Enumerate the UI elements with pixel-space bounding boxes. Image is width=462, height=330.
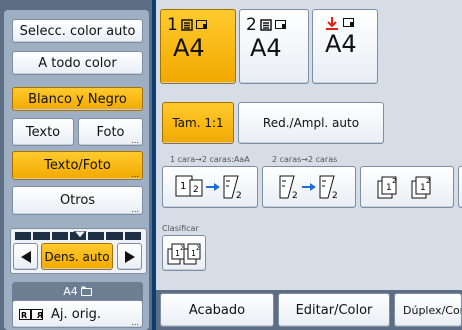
tray-1-button[interactable]: 1 A4 <box>160 9 236 84</box>
duplex-combine-tab-label: Dúplex/Com <box>403 303 461 317</box>
svg-text:2: 2 <box>180 245 184 252</box>
density-lighter-button[interactable] <box>13 243 38 270</box>
original-type-icon: R R <box>19 308 43 320</box>
one-to-two-sided-icon: 1 2 2 <box>175 175 242 201</box>
tray-2-header: 2 <box>246 16 287 34</box>
tray-1-header: 1 <box>167 16 208 34</box>
density-darker-button[interactable] <box>117 243 142 270</box>
original-settings-label: Aj. orig. <box>51 306 102 322</box>
two-to-two-sided-button[interactable]: 2 2 <box>262 166 356 208</box>
svg-text:2: 2 <box>426 177 430 185</box>
other-modes-label: Otros <box>59 193 96 208</box>
one-to-two-sided-button[interactable]: 1 2 2 <box>162 166 258 208</box>
svg-text:2: 2 <box>332 191 338 201</box>
density-auto-button[interactable]: Dens. auto <box>41 243 113 270</box>
duplex-2-label: 2 caras→2 caras <box>272 155 338 164</box>
edit-color-tab-label: Editar/Color <box>295 302 373 318</box>
other-modes-button[interactable]: Otros <box>12 186 143 215</box>
original-size-label: A4 <box>63 284 78 298</box>
paper-orientation-icon <box>343 18 354 27</box>
duplex-1-label: 1 cara→2 caras:AaA <box>170 155 250 164</box>
full-size-label: Tam. 1:1 <box>172 116 224 130</box>
combine-pages-icon: 12 12 <box>377 176 431 199</box>
sort-button[interactable]: 12 12 <box>162 235 206 271</box>
more-duplex-button[interactable] <box>458 166 462 208</box>
svg-text:1: 1 <box>180 181 186 192</box>
arrow-left-icon <box>20 250 31 263</box>
density-auto-label: Dens. auto <box>44 249 110 264</box>
svg-text:2: 2 <box>196 245 200 252</box>
text-photo-mode-label: Texto/Foto <box>44 158 111 173</box>
finishing-tab-label: Acabado <box>188 302 246 318</box>
tray-2-size: A4 <box>250 34 282 62</box>
svg-text:R: R <box>21 311 27 320</box>
bypass-tray-button[interactable]: A4 <box>312 9 378 84</box>
bypass-tray-icon <box>326 17 338 30</box>
svg-text:2: 2 <box>292 191 298 201</box>
tray-2-button[interactable]: 2 A4 <box>239 9 309 84</box>
full-color-label: A todo color <box>38 55 117 71</box>
arrow-right-icon <box>124 250 135 263</box>
tray-1-number: 1 <box>167 15 178 35</box>
svg-text:2: 2 <box>236 191 242 201</box>
sort-icon: 12 12 <box>167 243 201 265</box>
paper-orientation-icon <box>274 20 286 29</box>
black-white-button[interactable]: Blanco y Negro <box>12 87 143 111</box>
sort-label: Clasificar <box>162 224 199 233</box>
auto-reduce-enlarge-button[interactable]: Red./Ampl. auto <box>238 102 384 144</box>
paper-orientation-icon <box>195 20 207 29</box>
bypass-tray-header <box>325 16 355 30</box>
photo-mode-button[interactable]: Foto <box>78 118 143 146</box>
text-mode-button[interactable]: Texto <box>12 118 74 146</box>
svg-text:1: 1 <box>386 183 392 193</box>
edit-color-tab[interactable]: Editar/Color <box>278 293 390 327</box>
color-auto-label: Selecc. color auto <box>19 23 136 39</box>
svg-text:R: R <box>37 311 43 320</box>
tray-2-number: 2 <box>246 15 257 35</box>
auto-reduce-enlarge-label: Red./Ampl. auto <box>262 116 360 130</box>
black-white-label: Blanco y Negro <box>28 91 127 107</box>
paper-stack-icon <box>181 19 193 31</box>
duplex-combine-tab[interactable]: Dúplex/Com <box>394 293 462 327</box>
tray-1-size: A4 <box>173 34 205 62</box>
original-orientation-icon <box>80 286 92 296</box>
original-size-indicator: A4 <box>12 284 143 298</box>
two-to-two-sided-icon: 2 2 <box>279 175 338 201</box>
full-color-button[interactable]: A todo color <box>12 51 143 75</box>
density-marker-icon <box>74 231 86 239</box>
full-size-button[interactable]: Tam. 1:1 <box>162 102 234 144</box>
original-settings-button[interactable]: R R Aj. orig. <box>12 300 143 328</box>
svg-text:1: 1 <box>420 183 426 193</box>
finishing-tab[interactable]: Acabado <box>160 293 274 327</box>
text-mode-label: Texto <box>25 124 61 140</box>
color-auto-button[interactable]: Selecc. color auto <box>12 19 143 43</box>
text-photo-mode-button[interactable]: Texto/Foto <box>12 151 143 180</box>
paper-stack-icon <box>260 19 272 31</box>
combine-pages-button[interactable]: 12 12 <box>360 166 454 208</box>
photo-mode-label: Foto <box>96 124 125 140</box>
svg-text:2: 2 <box>392 177 396 185</box>
bypass-tray-size: A4 <box>325 30 357 58</box>
svg-text:2: 2 <box>193 185 199 195</box>
